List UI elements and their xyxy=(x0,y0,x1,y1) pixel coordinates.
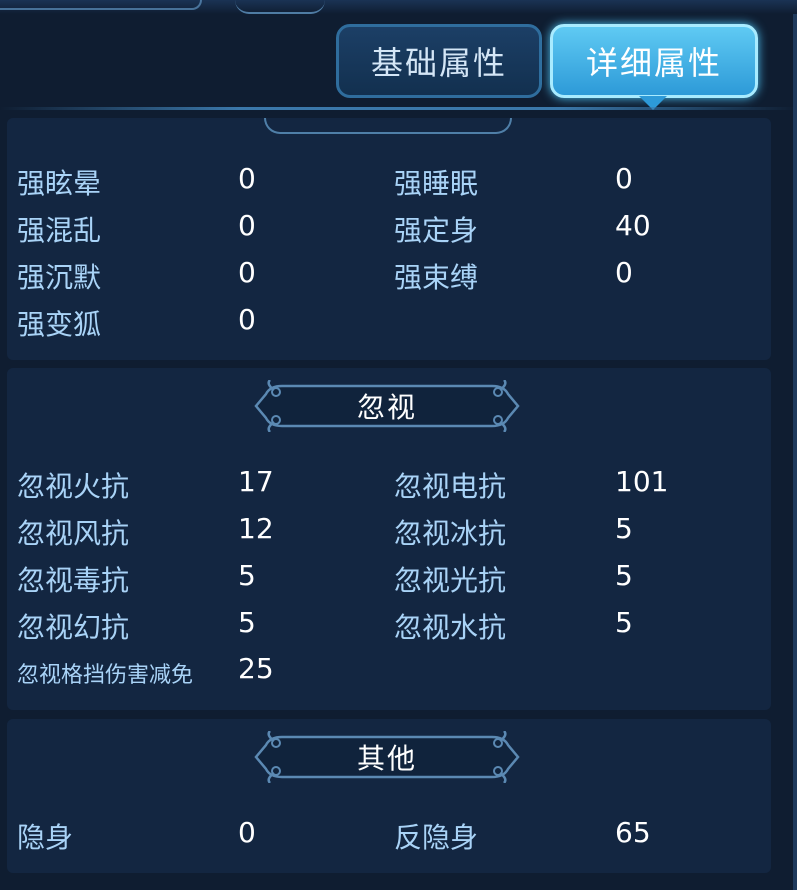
stat-label: 强睡眠 xyxy=(394,167,479,200)
stat-label: 忽视冰抗 xyxy=(394,517,507,550)
stat-label: 强混乱 xyxy=(17,214,102,247)
stat-value: 0 xyxy=(238,209,256,242)
tab-basic-attributes[interactable]: 基础属性 xyxy=(336,24,542,98)
stat-value: 5 xyxy=(238,606,256,639)
section-header-other: 其他 xyxy=(252,731,522,783)
stat-label: 忽视毒抗 xyxy=(17,564,130,597)
stat-label: 强束缚 xyxy=(394,261,479,294)
section-title: 忽视 xyxy=(356,391,417,424)
panel-control-stats xyxy=(7,118,771,360)
stat-label: 强眩晕 xyxy=(17,167,102,200)
stat-value: 40 xyxy=(615,209,651,242)
stat-label: 忽视幻抗 xyxy=(17,611,130,644)
stat-label: 反隐身 xyxy=(394,821,479,854)
stat-label: 忽视格挡伤害减免 xyxy=(17,663,194,688)
stat-value: 17 xyxy=(238,465,274,498)
stat-value: 101 xyxy=(615,465,669,498)
stat-label: 忽视水抗 xyxy=(394,611,507,644)
stat-value: 5 xyxy=(615,606,633,639)
tabs-divider xyxy=(0,107,797,110)
stat-label: 忽视光抗 xyxy=(394,564,507,597)
stat-value: 12 xyxy=(238,512,274,545)
window-title-ornament xyxy=(0,0,202,10)
stat-label: 忽视电抗 xyxy=(394,470,507,503)
stat-label: 忽视风抗 xyxy=(17,517,130,550)
window-emblem-ornament xyxy=(235,0,325,14)
stat-value: 5 xyxy=(238,559,256,592)
stat-value: 0 xyxy=(615,256,633,289)
stat-value: 65 xyxy=(615,816,651,849)
stat-label: 强定身 xyxy=(394,214,479,247)
stat-label: 强沉默 xyxy=(17,261,102,294)
stat-value: 0 xyxy=(615,162,633,195)
stat-value: 0 xyxy=(238,256,256,289)
stat-label: 强变狐 xyxy=(17,308,102,341)
section-title: 其他 xyxy=(356,742,417,775)
stat-value: 0 xyxy=(238,816,256,849)
stat-value: 25 xyxy=(238,652,274,685)
stat-label: 隐身 xyxy=(17,821,74,854)
tab-detailed-attributes[interactable]: 详细属性 xyxy=(550,24,758,98)
stat-label: 忽视火抗 xyxy=(17,470,130,503)
section-header-ignore: 忽视 xyxy=(252,380,522,432)
attributes-window: 基础属性 详细属性 强眩晕 0 强睡眠 0 强混乱 0 强定身 40 强沉默 0… xyxy=(0,0,797,890)
stat-value: 0 xyxy=(238,162,256,195)
stat-value: 5 xyxy=(615,512,633,545)
stat-value: 0 xyxy=(238,303,256,336)
section-header-ornament xyxy=(264,118,512,134)
stat-value: 5 xyxy=(615,559,633,592)
